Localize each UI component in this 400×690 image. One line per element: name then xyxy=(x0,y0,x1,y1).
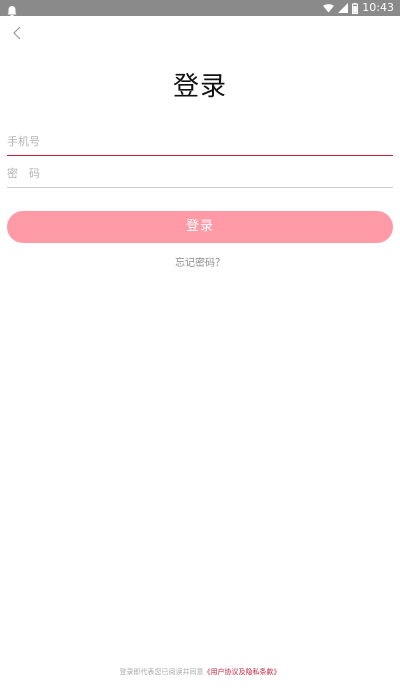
chevron-left-icon xyxy=(9,26,27,46)
page-title: 登录 xyxy=(172,72,227,102)
wifi-icon xyxy=(323,3,335,13)
password-underline xyxy=(7,187,393,188)
status-time: 10:43 xyxy=(362,1,394,14)
agreement-footer: 登录即代表您已阅读并同意《用户协议及隐私条款》 xyxy=(0,667,400,677)
battery-icon xyxy=(352,2,359,14)
signal-icon xyxy=(338,3,349,13)
phone-underline xyxy=(7,155,393,156)
phone-field[interactable] xyxy=(7,126,393,156)
password-field[interactable] xyxy=(7,158,393,188)
back-button[interactable] xyxy=(9,24,27,42)
password-input[interactable] xyxy=(7,158,393,188)
phone-input[interactable] xyxy=(7,126,393,156)
status-bar: 10:43 xyxy=(0,0,400,17)
status-right: 10:43 xyxy=(323,0,394,16)
notification-icon xyxy=(6,2,18,17)
forgot-password-link[interactable]: 忘记密码？ xyxy=(0,254,400,269)
terms-link[interactable]: 《用户协议及隐私条款》 xyxy=(204,668,281,676)
login-button[interactable]: 登录 xyxy=(7,211,393,243)
agreement-text: 登录即代表您已阅读并同意 xyxy=(119,668,204,676)
